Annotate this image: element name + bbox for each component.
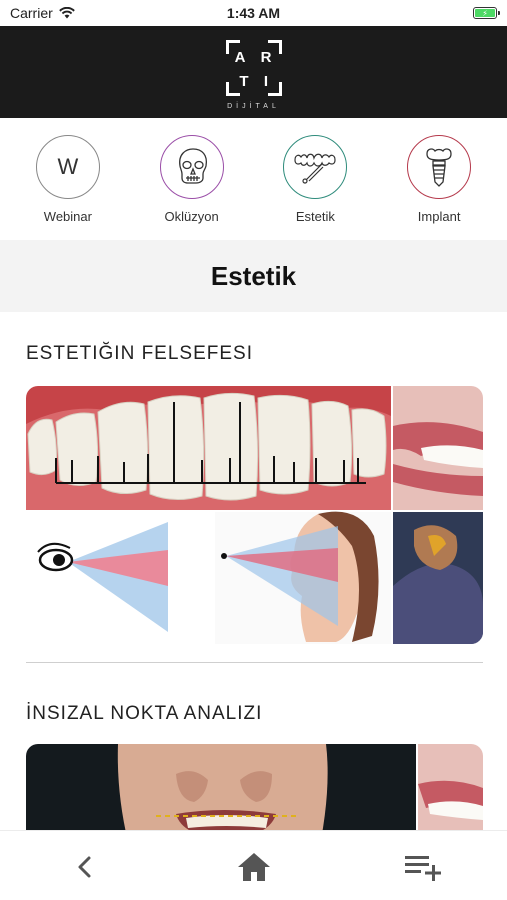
svg-text:A: A [234,49,245,66]
carrier-label: Carrier [10,5,53,21]
section-title-bar: Estetik [0,240,507,312]
article-title[interactable]: İNSIZAL NOKTA ANALIZI [26,703,262,725]
estetik-circle[interactable] [283,135,348,199]
app-logo[interactable]: A R T I DİJİTAL [222,34,286,110]
implant-icon [426,148,452,187]
app-header: A R T I DİJİTAL [0,26,507,118]
smile-analysis-collage [26,386,483,644]
add-to-playlist-button[interactable] [393,849,453,885]
logo-subtitle: DİJİTAL [227,103,280,110]
webinar-circle[interactable]: W [35,135,100,199]
category-label: Webinar [43,209,92,224]
article-title[interactable]: ESTETIĞIN FELSEFESI [26,343,253,365]
battery-icon: ⚡ [473,7,500,19]
svg-text:I: I [263,73,267,90]
category-estetik[interactable]: Estetik [260,118,370,240]
home-icon [237,853,270,881]
implant-circle[interactable] [407,135,472,199]
svg-text:T: T [239,73,248,90]
skull-icon [178,148,207,184]
svg-text:R: R [260,49,271,66]
bottom-navigation [0,830,507,900]
teeth-icon [294,153,336,184]
letter-w-icon: W [57,154,79,179]
status-left: Carrier [10,5,75,21]
category-label: Implant [417,209,461,224]
article-divider [26,662,483,663]
category-label: Estetik [295,209,335,224]
status-bar: Carrier 1:43 AM ⚡ [0,0,507,26]
section-title: Estetik [210,260,297,291]
okluzyon-circle[interactable] [159,135,224,199]
home-button[interactable] [224,849,284,885]
status-time: 1:43 AM [226,5,281,21]
category-row: W Webinar Oklüzyon Estetik Implant [0,118,507,240]
category-label: Oklüzyon [164,209,219,224]
logo-lettering: A R T I [234,49,271,90]
category-okluzyon[interactable]: Oklüzyon [137,118,247,240]
chevron-left-icon [78,856,90,878]
wifi-icon [58,7,75,19]
article-image[interactable] [26,386,483,644]
back-button[interactable] [55,849,115,885]
category-implant[interactable]: Implant [384,118,494,240]
playlist-add-icon [404,856,441,881]
category-webinar[interactable]: W Webinar [13,118,123,240]
battery-charging-glyph: ⚡ [475,9,495,18]
